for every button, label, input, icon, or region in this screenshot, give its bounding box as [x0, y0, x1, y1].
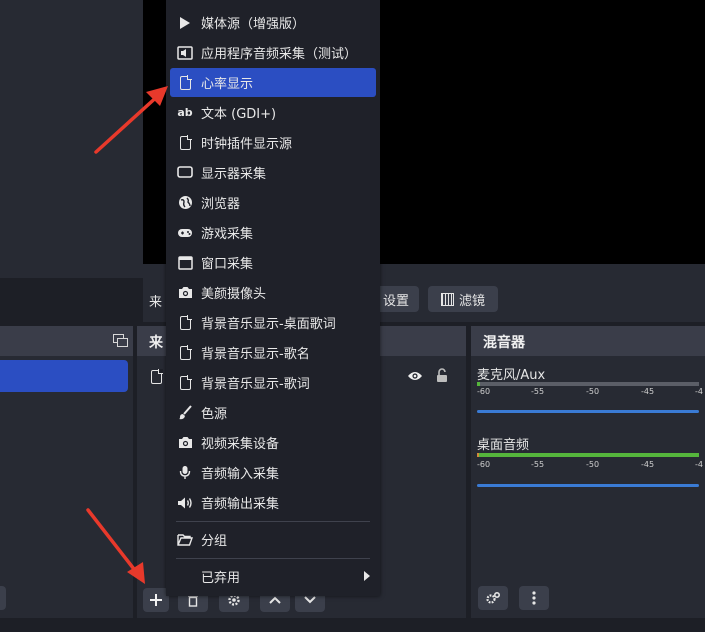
- globe-icon: [177, 195, 193, 211]
- sources-dock-title: 来: [149, 335, 163, 351]
- mixer-channel-name: 桌面音频: [477, 438, 530, 453]
- window-icon: [177, 255, 193, 271]
- filter-icon: [440, 292, 454, 306]
- file-icon: [177, 134, 193, 151]
- more-vertical-icon: [532, 591, 536, 605]
- camera-icon: [177, 285, 193, 301]
- audio-mixer-dock: 混音器 麦克风/Aux -60 -55 -50 -45 -4 桌面音频 -60 …: [471, 326, 705, 618]
- eye-icon[interactable]: [407, 370, 423, 382]
- menu-item-color-source[interactable]: 色源: [170, 398, 376, 427]
- status-bar: [0, 618, 705, 632]
- settings-label: 设置: [382, 293, 409, 309]
- menu-item-audio-output-capture[interactable]: 音频输出采集: [170, 488, 376, 517]
- menu-item-game-capture[interactable]: 游戏采集: [170, 218, 376, 247]
- filters-button[interactable]: 滤镜: [428, 286, 498, 312]
- scenes-dock-header: [0, 326, 133, 356]
- speaker-icon: [177, 495, 193, 511]
- submenu-arrow-icon: [364, 571, 370, 581]
- menu-item-beauty-camera[interactable]: 美颜摄像头: [170, 278, 376, 307]
- menu-item-audio-input-capture[interactable]: 音频输入采集: [170, 458, 376, 487]
- filters-label: 滤镜: [458, 293, 485, 309]
- menu-item-heart-rate[interactable]: 心率显示: [170, 68, 376, 97]
- chevron-down-icon: [304, 596, 316, 604]
- plus-icon: [150, 594, 162, 606]
- menu-item-media-source[interactable]: 媒体源（增强版）: [170, 8, 376, 37]
- mixer-channel-name: 麦克风/Aux: [477, 368, 546, 383]
- undock-icon[interactable]: [113, 334, 128, 347]
- scene-preview-left-area: [0, 0, 143, 278]
- add-source-menu: 媒体源（增强版） 应用程序音频采集（测试） 心率显示 ab 文本 (GDI+) …: [166, 0, 380, 596]
- file-icon: [177, 74, 193, 91]
- audio-mixer-title: 混音器: [483, 335, 525, 351]
- menu-item-clock-plugin[interactable]: 时钟插件显示源: [170, 128, 376, 157]
- gamepad-icon: [177, 225, 193, 241]
- menu-item-browser[interactable]: 浏览器: [170, 188, 376, 217]
- source-toolbar-label: 来: [149, 295, 163, 310]
- volume-meter: [477, 382, 699, 386]
- chevron-up-icon: [269, 596, 281, 604]
- monitor-icon: [177, 165, 193, 181]
- brush-icon: [177, 405, 193, 421]
- mixer-menu-button[interactable]: [519, 586, 549, 610]
- menu-item-group[interactable]: 分组: [170, 525, 376, 554]
- audio-mixer-header: 混音器: [471, 326, 705, 356]
- volume-meter: [477, 453, 699, 457]
- menu-item-bgm-lyrics[interactable]: 背景音乐显示-歌词: [170, 368, 376, 397]
- source-item-file-icon: [151, 369, 163, 384]
- menu-separator: [176, 558, 370, 559]
- scene-item-selected[interactable]: [0, 360, 128, 392]
- file-icon: [177, 374, 193, 391]
- volume-slider[interactable]: [477, 410, 699, 413]
- microphone-icon: [177, 465, 193, 481]
- camera-icon: [177, 435, 193, 451]
- menu-item-deprecated[interactable]: 已弃用: [170, 562, 376, 591]
- menu-item-window-capture[interactable]: 窗口采集: [170, 248, 376, 277]
- lock-icon[interactable]: [436, 368, 448, 383]
- menu-item-display-capture[interactable]: 显示器采集: [170, 158, 376, 187]
- gears-icon: [486, 591, 501, 604]
- mixer-settings-button[interactable]: [478, 586, 508, 610]
- menu-item-bgm-song-name[interactable]: 背景音乐显示-歌名: [170, 338, 376, 367]
- scene-add-button-partial[interactable]: [0, 586, 6, 610]
- text-ab-icon: ab: [177, 106, 193, 119]
- menu-item-text-gdi[interactable]: ab 文本 (GDI+): [170, 98, 376, 127]
- menu-item-app-audio[interactable]: 应用程序音频采集（测试）: [170, 38, 376, 67]
- menu-item-video-capture-device[interactable]: 视频采集设备: [170, 428, 376, 457]
- scenes-dock: [0, 326, 133, 618]
- app-audio-icon: [177, 45, 193, 61]
- folder-open-icon: [177, 532, 193, 548]
- file-icon: [177, 314, 193, 331]
- menu-separator: [176, 521, 370, 522]
- volume-slider[interactable]: [477, 484, 699, 487]
- play-icon: [177, 15, 193, 31]
- file-icon: [177, 344, 193, 361]
- menu-item-bgm-desktop-lyrics[interactable]: 背景音乐显示-桌面歌词: [170, 308, 376, 337]
